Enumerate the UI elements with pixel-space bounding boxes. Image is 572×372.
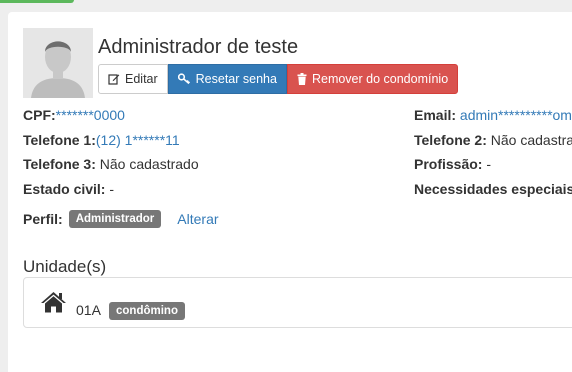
page-title: Administrador de teste — [98, 36, 299, 58]
top-accent-bar — [0, 0, 74, 3]
email-value[interactable]: admin**********om. — [460, 107, 572, 123]
remove-button-label: Remover do condomínio — [311, 72, 449, 86]
trash-icon — [297, 73, 307, 85]
special-needs-label: Necessidades especiais — [414, 181, 572, 197]
civil-status-value: - — [109, 181, 115, 197]
reset-password-button[interactable]: Resetar senha — [167, 64, 287, 94]
profession-field: Profissão: - — [414, 155, 491, 173]
email-label: Email: — [414, 107, 457, 123]
cpf-field: CPF:*******0000 — [23, 106, 125, 124]
phone3-field: Telefone 3: Não cadastrado — [23, 155, 199, 173]
profession-value: - — [486, 156, 492, 172]
phone2-field: Telefone 2: Não cadastra — [414, 131, 572, 149]
edit-button[interactable]: Editar — [98, 64, 168, 94]
change-perfil-link[interactable]: Alterar — [177, 211, 218, 227]
unit-role-badge: condômino — [109, 302, 185, 320]
remove-from-condominium-button[interactable]: Remover do condomínio — [286, 64, 459, 94]
user-profile-panel: Administrador de teste Editar Resetar se… — [8, 12, 572, 372]
civil-status-field: Estado civil: - — [23, 180, 114, 198]
perfil-row: Perfil: Administrador Alterar — [23, 210, 219, 228]
user-silhouette-icon — [23, 28, 93, 98]
key-icon — [177, 73, 190, 85]
cpf-label: CPF: — [23, 107, 56, 123]
cpf-value[interactable]: *******0000 — [56, 107, 125, 123]
perfil-badge: Administrador — [68, 210, 162, 228]
units-section-title: Unidade(s) — [23, 257, 107, 276]
home-icon — [41, 292, 66, 313]
edit-button-label: Editar — [125, 72, 158, 86]
unit-name: 01A — [76, 302, 101, 318]
phone1-field: Telefone 1:(12) 1******11 — [23, 131, 180, 149]
phone1-label: Telefone 1: — [23, 132, 96, 148]
unit-list-item[interactable]: 01A condômino — [23, 277, 572, 328]
phone3-value: Não cadastrado — [99, 156, 199, 172]
phone3-label: Telefone 3: — [23, 156, 96, 172]
profession-label: Profissão: — [414, 156, 483, 172]
perfil-label: Perfil: — [23, 211, 63, 227]
phone1-value[interactable]: (12) 1******11 — [96, 132, 180, 148]
email-field: Email: admin**********om. — [414, 106, 572, 124]
reset-password-label: Resetar senha — [195, 72, 277, 86]
special-needs-field: Necessidades especiais — [414, 180, 572, 198]
action-button-group: Editar Resetar senha Remover do condomín… — [98, 64, 459, 94]
phone2-value: Não cadastra — [490, 132, 572, 148]
edit-icon — [108, 74, 120, 85]
avatar — [23, 28, 93, 98]
phone2-label: Telefone 2: — [414, 132, 487, 148]
civil-status-label: Estado civil: — [23, 181, 106, 197]
